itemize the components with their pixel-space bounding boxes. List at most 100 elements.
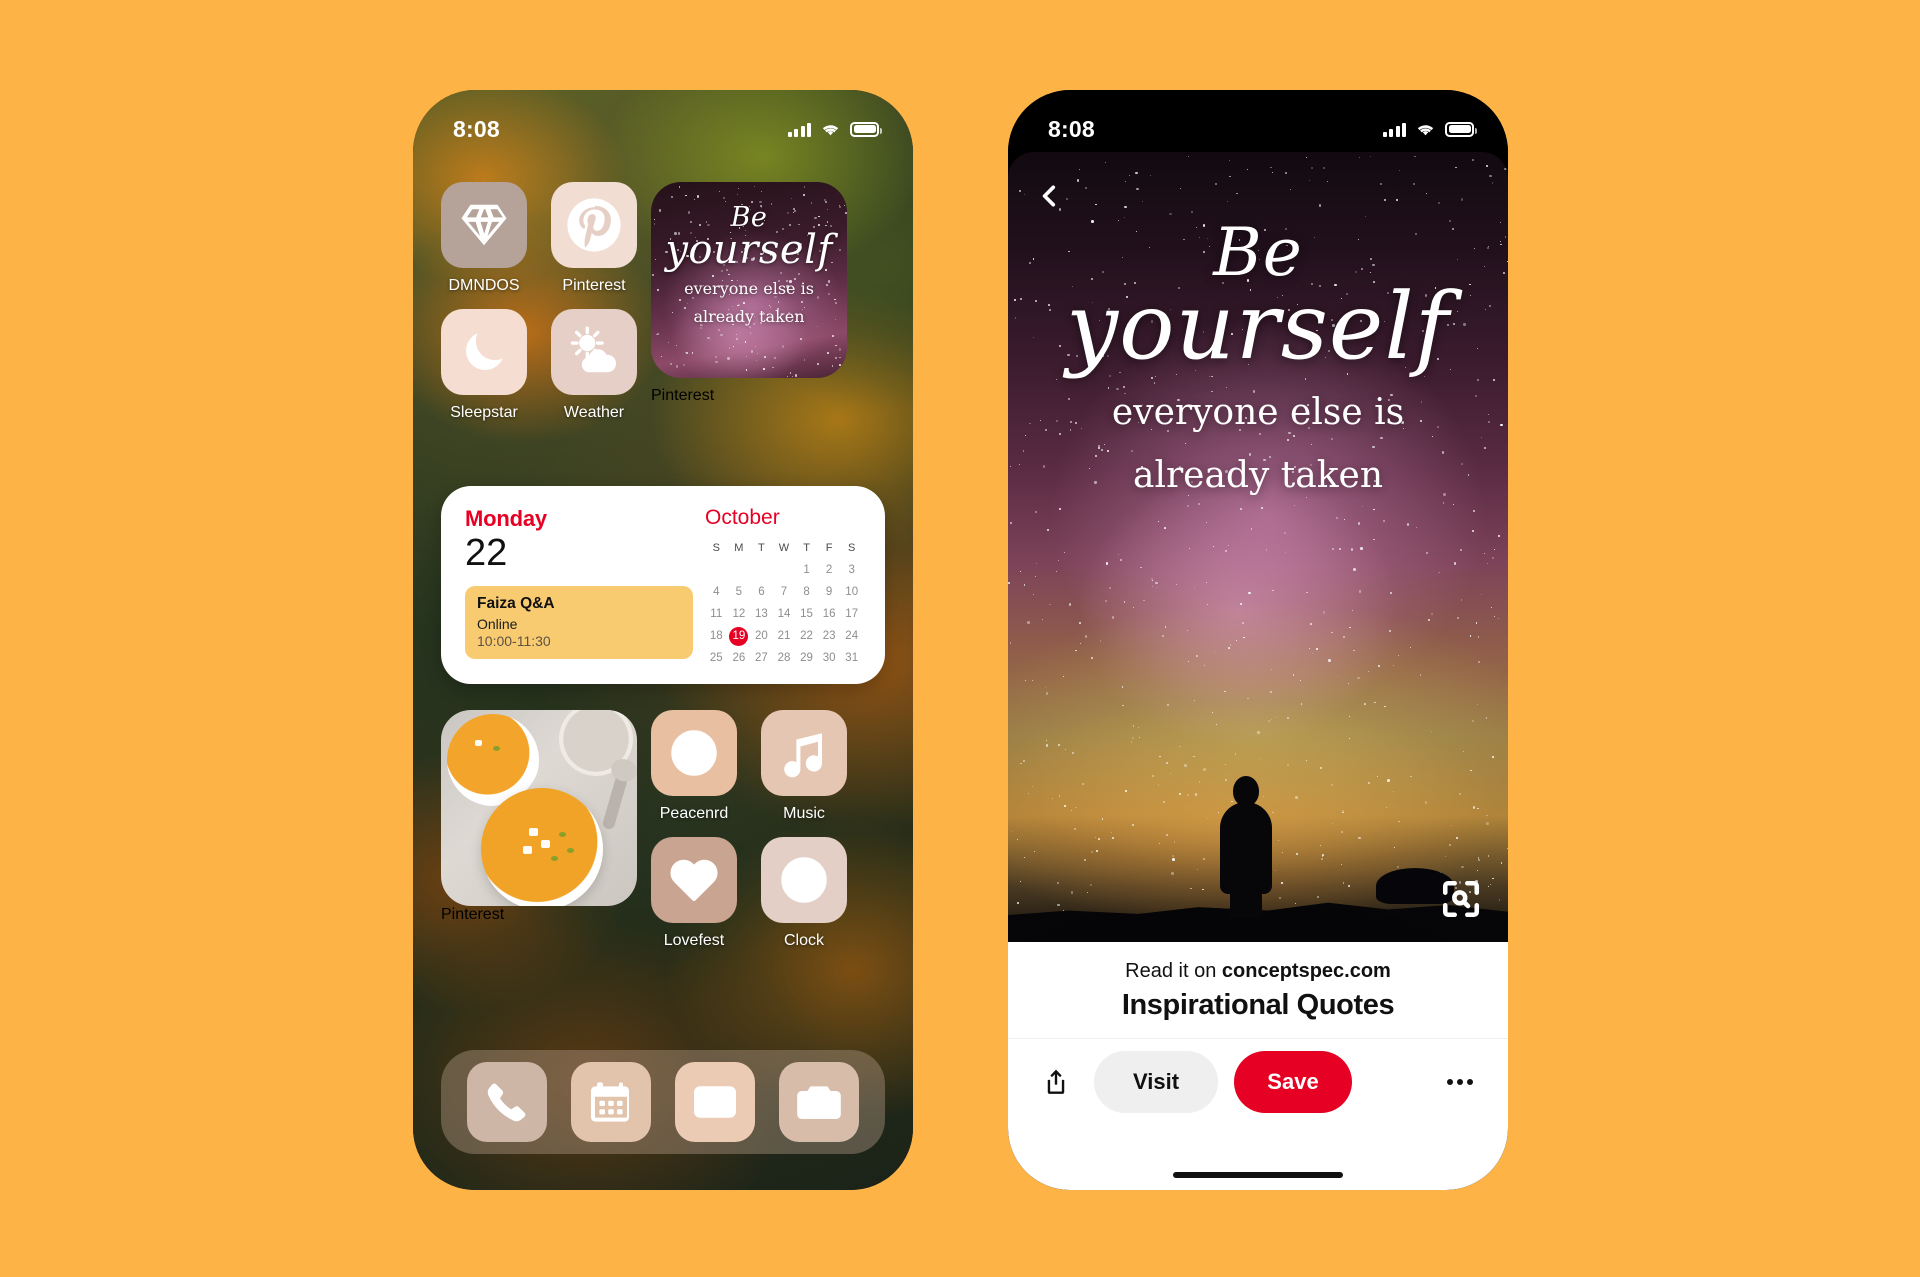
calendar-weekday-header: F [825, 542, 833, 554]
calendar-day-cell[interactable]: 7 [773, 583, 796, 602]
event-time: 10:00-11:30 [477, 632, 551, 649]
calendar-day-cell[interactable]: 4 [705, 583, 728, 602]
calendar-month-grid[interactable]: SMTWTFS....12345678910111213141516171819… [705, 539, 863, 668]
quote-line-4: already taken [1132, 454, 1383, 496]
calendar-month-panel: October SMTWTFS....123456789101112131415… [693, 506, 863, 666]
app-tile[interactable] [441, 309, 527, 395]
overflow-menu-button[interactable] [1438, 1060, 1482, 1104]
calendar-day-cell[interactable]: 20 [750, 627, 773, 646]
app-tile[interactable] [761, 837, 847, 923]
read-it-prefix: Read it on [1125, 960, 1222, 982]
calendar-day-cell[interactable]: 1 [795, 561, 818, 580]
pin-screen: 8:08 Be yourself everyone else is alread… [1008, 90, 1508, 1190]
share-icon [1047, 1069, 1065, 1094]
quote-line-2: yourself [665, 227, 833, 273]
calendar-day-cell[interactable]: 29 [795, 649, 818, 668]
app-pinterest[interactable]: Pinterest [551, 182, 637, 295]
calendar-day-cell[interactable]: 18 [705, 627, 728, 646]
app-sleepstar[interactable]: Sleepstar [441, 309, 527, 422]
calendar-weekday-header: W [778, 542, 790, 554]
silhouette-body [1220, 802, 1272, 894]
read-it-domain[interactable]: conceptspec.com [1222, 960, 1391, 982]
calendar-month-label: October [705, 506, 780, 529]
widget-surface[interactable] [441, 710, 637, 906]
dock-item-calendar[interactable] [571, 1062, 651, 1142]
app-label: Music [783, 805, 825, 822]
calendar-day-cell[interactable]: 26 [728, 649, 751, 668]
calendar-today-panel: Monday 22 Faiza Q&A Online 10:00-11:30 [465, 506, 693, 666]
app-tile[interactable] [651, 837, 737, 923]
widget-calendar[interactable]: Monday 22 Faiza Q&A Online 10:00-11:30 O… [441, 486, 885, 684]
battery-icon [1445, 121, 1477, 137]
calendar-day-cell[interactable]: 23 [818, 627, 841, 646]
back-button[interactable] [1030, 176, 1070, 216]
wifi-icon [822, 124, 839, 135]
app-dmndos[interactable]: DMNDOS [441, 182, 527, 295]
calendar-day-cell[interactable]: 13 [750, 605, 773, 624]
quote-line-4: already taken [693, 306, 805, 326]
overflow-menu-icon [1467, 1078, 1473, 1085]
garnish [559, 832, 566, 837]
overflow-menu-icon [1447, 1078, 1453, 1085]
calendar-day-cell[interactable]: 16 [818, 605, 841, 624]
garnish [529, 828, 538, 836]
calendar-day-cell[interactable]: 3 [840, 561, 863, 580]
calendar-event-card[interactable]: Faiza Q&A Online 10:00-11:30 [465, 585, 693, 659]
quote-line-2: yourself [1066, 273, 1450, 380]
calendar-day-cell[interactable]: 28 [773, 649, 796, 668]
dock-item-phone[interactable] [467, 1062, 547, 1142]
app-tile[interactable] [551, 182, 637, 268]
calendar-day-cell[interactable]: 12 [728, 605, 751, 624]
app-label: Lovefest [663, 932, 725, 949]
calendar-day-today[interactable]: 19 [729, 627, 749, 646]
app-clock[interactable]: Clock [761, 837, 847, 950]
widget-pinterest-quote[interactable]: Be yourself everyone else is already tak… [651, 182, 847, 422]
calendar-day-cell[interactable]: 30 [818, 649, 841, 668]
save-button[interactable]: Save [1234, 1050, 1352, 1113]
app-weather[interactable]: Weather [551, 309, 637, 422]
calendar-day-cell[interactable]: 9 [818, 583, 841, 602]
calendar-day-cell[interactable]: 10 [840, 583, 863, 602]
calendar-day-cell[interactable]: 8 [795, 583, 818, 602]
peace-icon [671, 730, 717, 776]
calendar-weekday-header: T [758, 542, 765, 554]
share-button[interactable] [1034, 1060, 1078, 1104]
dock-item-mail[interactable] [675, 1062, 755, 1142]
calendar-day-cell[interactable]: 14 [773, 605, 796, 624]
visit-button[interactable]: Visit [1094, 1050, 1218, 1113]
widget-surface[interactable]: Be yourself everyone else is already tak… [651, 182, 847, 378]
pin-info-panel: Read it on conceptspec.com Inspirational… [1008, 942, 1508, 1190]
calendar-day-cell[interactable]: 17 [840, 605, 863, 624]
app-music[interactable]: Music [761, 710, 847, 823]
calendar-blank-cell: . [705, 561, 728, 580]
app-lovefest[interactable]: Lovefest [651, 837, 737, 950]
calendar-day-cell[interactable]: 11 [705, 605, 728, 624]
garnish [493, 746, 500, 751]
dock-item-camera[interactable] [779, 1062, 859, 1142]
calendar-day-cell[interactable]: 15 [795, 605, 818, 624]
wifi-icon [1417, 124, 1434, 135]
garnish [567, 848, 574, 853]
calendar-day-cell[interactable]: 6 [750, 583, 773, 602]
app-tile[interactable] [441, 182, 527, 268]
calendar-day-cell[interactable]: 27 [750, 649, 773, 668]
calendar-day-cell[interactable]: 21 [773, 627, 796, 646]
app-tile[interactable] [651, 710, 737, 796]
widget-pinterest-photo[interactable]: Pinterest [441, 710, 637, 950]
calendar-day-cell[interactable]: 31 [840, 649, 863, 668]
calendar-day-cell[interactable]: 24 [840, 627, 863, 646]
garnish [523, 846, 532, 854]
pin-image[interactable]: Be yourself everyone else is already tak… [1008, 152, 1508, 942]
battery-icon [850, 121, 882, 137]
status-icons [1382, 121, 1477, 137]
calendar-day-cell[interactable]: 5 [728, 583, 751, 602]
calendar-day-cell[interactable]: 25 [705, 649, 728, 668]
cellular-bars-icon [1382, 122, 1406, 137]
visual-search-button[interactable] [1440, 878, 1482, 920]
app-label: Sleepstar [450, 404, 518, 421]
calendar-day-cell[interactable]: 22 [795, 627, 818, 646]
app-peacenrd[interactable]: Peacenrd [651, 710, 737, 823]
app-tile[interactable] [551, 309, 637, 395]
app-tile[interactable] [761, 710, 847, 796]
calendar-day-cell[interactable]: 2 [818, 561, 841, 580]
